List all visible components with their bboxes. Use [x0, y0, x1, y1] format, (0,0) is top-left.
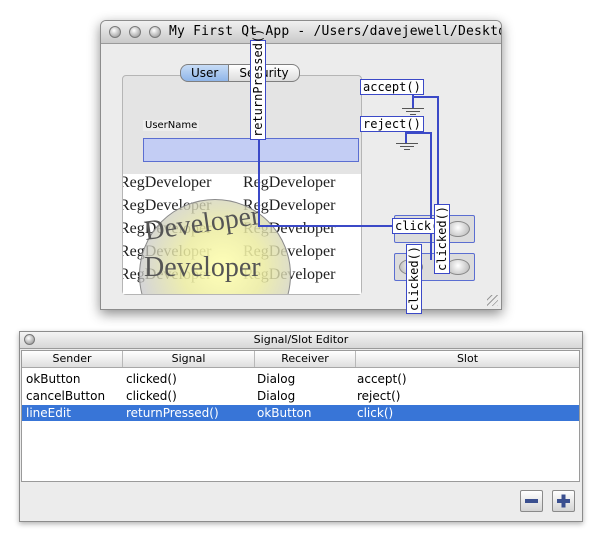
- signal-slot-editor: Signal/Slot Editor Sender Signal Receive…: [19, 331, 583, 522]
- editor-title: Signal/Slot Editor: [253, 333, 349, 346]
- window-titlebar[interactable]: My First Qt App - /Users/davejewell/Desk…: [101, 21, 501, 44]
- zoom-window-button[interactable]: [149, 26, 161, 38]
- connection-line: [258, 225, 392, 227]
- cell-slot: accept(): [357, 372, 407, 386]
- column-header-receiver[interactable]: Receiver: [255, 352, 355, 365]
- lens-text: Developer: [144, 252, 261, 283]
- cell-sender: cancelButton: [26, 389, 106, 403]
- username-label: UserName: [143, 120, 200, 131]
- minimize-window-button[interactable]: [129, 26, 141, 38]
- cell-signal: returnPressed(): [126, 406, 219, 420]
- reject-slot-label[interactable]: reject(): [360, 116, 424, 132]
- connections-table: Sender Signal Receiver Slot okButton cli…: [21, 350, 580, 482]
- cell-signal: clicked(): [126, 389, 177, 403]
- cell-sender: okButton: [26, 372, 81, 386]
- minus-icon: [525, 499, 538, 503]
- image-text: RegDeveloper: [243, 174, 336, 191]
- cell-sender: lineEdit: [26, 406, 71, 420]
- connection-line: [437, 96, 439, 220]
- editor-titlebar[interactable]: Signal/Slot Editor: [20, 332, 582, 349]
- column-header-sender[interactable]: Sender: [22, 352, 122, 365]
- table-row[interactable]: okButton clicked() Dialog accept(): [22, 371, 579, 387]
- connection-line: [430, 132, 432, 260]
- tab-bar: User Security: [180, 64, 300, 82]
- resize-grip-icon[interactable]: [487, 295, 498, 306]
- cell-receiver: Dialog: [257, 372, 296, 386]
- table-row[interactable]: cancelButton clicked() Dialog reject(): [22, 388, 579, 404]
- clicked-signal-label[interactable]: clicked(): [406, 244, 422, 314]
- username-field[interactable]: [143, 138, 359, 162]
- connection-line: [405, 132, 431, 134]
- clicked-signal-label[interactable]: clicked(): [434, 204, 450, 274]
- cell-slot: reject(): [357, 389, 401, 403]
- tab-user[interactable]: User: [180, 64, 230, 82]
- cell-slot: click(): [357, 406, 394, 420]
- logo-image: RegDeveloper RegDeveloper RegDeveloper R…: [123, 174, 361, 294]
- connection-line: [412, 96, 438, 98]
- column-header-slot[interactable]: Slot: [356, 352, 579, 365]
- ground-icon: [396, 143, 418, 152]
- cell-signal: clicked(): [126, 372, 177, 386]
- table-header: Sender Signal Receiver Slot: [22, 351, 579, 368]
- close-window-button[interactable]: [109, 26, 121, 38]
- table-row-selected[interactable]: lineEdit returnPressed() okButton click(…: [22, 405, 579, 421]
- add-connection-button[interactable]: [552, 490, 575, 512]
- window-title: My First Qt App - /Users/davejewell/Desk…: [169, 24, 501, 39]
- plus-icon: [557, 494, 570, 508]
- return-pressed-signal-label[interactable]: returnPressed(): [250, 29, 266, 140]
- cell-receiver: okButton: [257, 406, 312, 420]
- cell-receiver: Dialog: [257, 389, 296, 403]
- accept-slot-label[interactable]: accept(): [360, 79, 424, 95]
- column-header-signal[interactable]: Signal: [123, 352, 254, 365]
- remove-connection-button[interactable]: [520, 490, 543, 512]
- image-text: RegDeveloper: [123, 174, 212, 191]
